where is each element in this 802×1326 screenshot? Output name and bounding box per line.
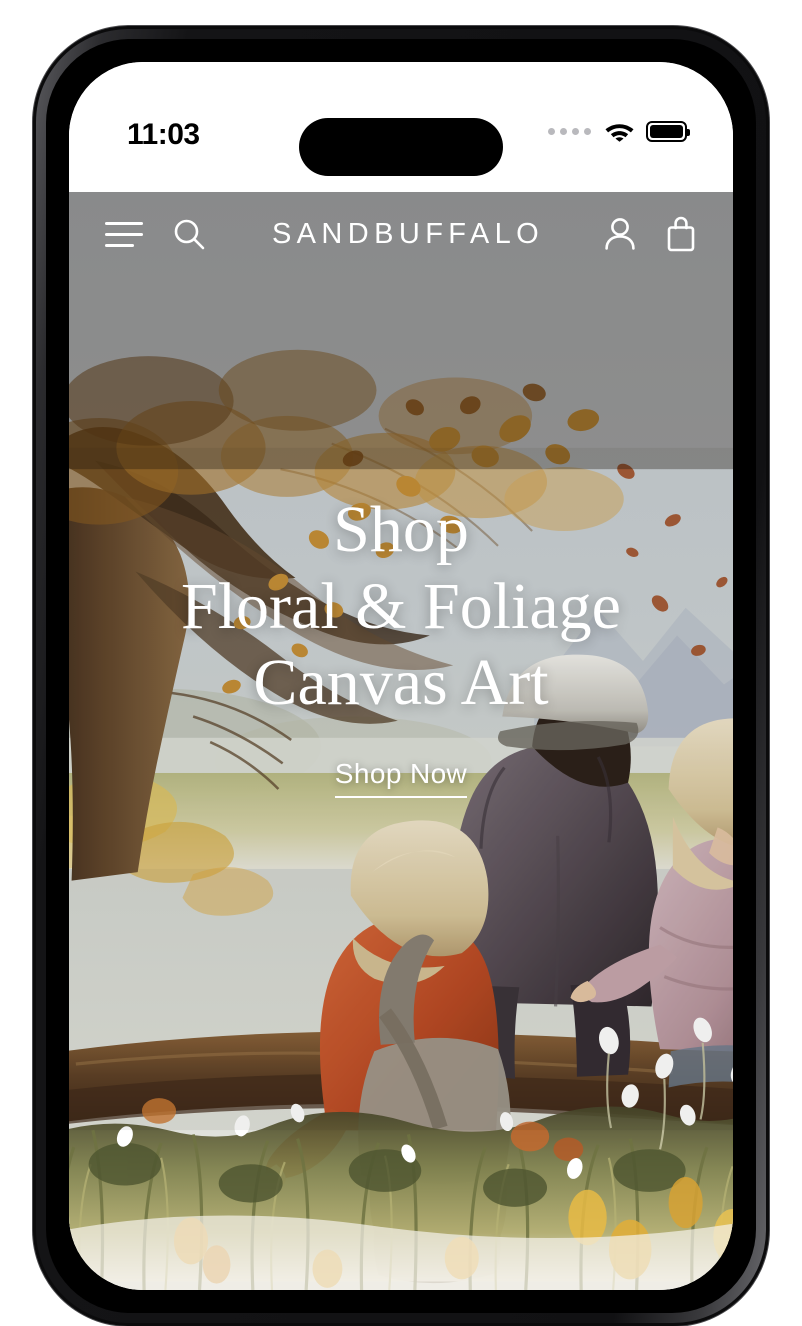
page-title: Shop Floral & Foliage Canvas Art	[79, 492, 723, 722]
user-account-icon[interactable]	[603, 216, 637, 252]
site-header: SANDBUFFALO	[69, 192, 733, 276]
cellular-dots-icon	[548, 127, 593, 135]
hero-heading-line-3: Canvas Art	[253, 646, 549, 720]
hero-content: Shop Floral & Foliage Canvas Art Shop No…	[69, 492, 733, 798]
battery-level-fill	[650, 124, 683, 138]
status-bar-time: 11:03	[127, 118, 200, 151]
dynamic-island	[299, 118, 503, 176]
shopping-bag-icon[interactable]	[665, 215, 697, 253]
brand-logo[interactable]: SANDBUFFALO	[207, 218, 603, 251]
hero-heading-line-1: Shop	[333, 493, 469, 566]
search-icon[interactable]	[171, 216, 207, 252]
hamburger-menu-icon[interactable]	[105, 214, 145, 254]
phone-screen: 11:03 SANDBUFFALO Shop Floral & Foliage …	[69, 62, 733, 1290]
status-bar: 11:03	[69, 62, 733, 192]
phone-inner-bezel: 11:03 SANDBUFFALO Shop Floral & Foliage …	[46, 39, 756, 1313]
battery-full-icon	[646, 120, 690, 142]
phone-frame: 11:03 SANDBUFFALO Shop Floral & Foliage …	[33, 26, 769, 1326]
wifi-icon	[605, 124, 634, 142]
hero-heading-line-2: Floral & Foliage	[181, 569, 621, 643]
status-bar-indicators	[548, 120, 690, 142]
shop-now-button[interactable]: Shop Now	[334, 758, 468, 798]
